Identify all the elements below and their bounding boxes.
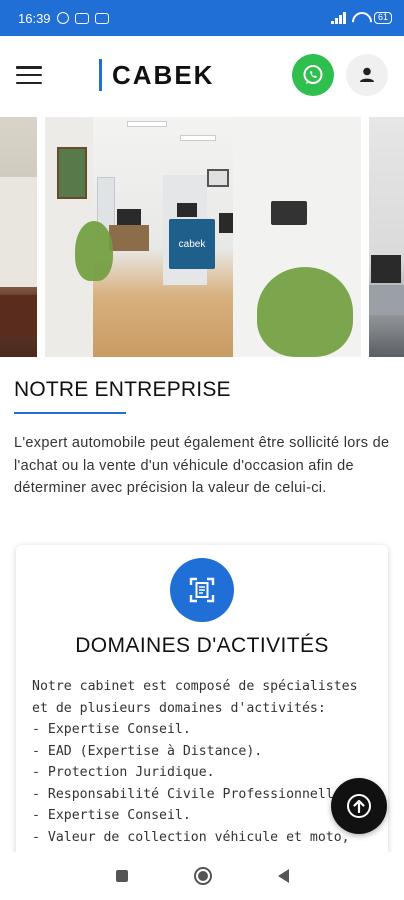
system-nav-bar — [0, 852, 404, 900]
card-line: - Protection Juridique. — [32, 765, 215, 780]
card-line: - Valeur de collection véhicule et moto, — [32, 829, 350, 845]
card-line: - EAD (Expertise à Distance). — [32, 743, 263, 759]
battery-indicator: 61 — [373, 12, 392, 24]
back-icon[interactable] — [277, 869, 289, 883]
card-icon-circle — [170, 558, 234, 622]
logo-bar — [99, 59, 102, 91]
signal-icon — [330, 12, 346, 24]
hamburger-menu-icon[interactable] — [16, 66, 42, 84]
logo-panel: cabek — [169, 219, 215, 269]
section-text: L'expert automobile peut également être … — [14, 435, 390, 496]
gallery-photo-office[interactable]: cabek — [45, 117, 361, 357]
photo-gallery[interactable]: cabek — [0, 117, 404, 357]
home-icon[interactable] — [193, 867, 212, 885]
status-left: 16:39 — [18, 11, 109, 26]
user-button[interactable] — [346, 54, 388, 96]
card-line: et de plusieurs domaines d'activités: — [32, 700, 326, 716]
youtube-icon — [74, 12, 89, 24]
status-right: 61 — [330, 12, 392, 24]
gallery-photo-next[interactable] — [369, 117, 404, 357]
card-line: - Responsabilité Civile Professionnelle. — [32, 786, 350, 802]
activities-card: DOMAINES D'ACTIVITÉS Notre cabinet est c… — [16, 545, 388, 865]
app-header: CABEK — [0, 36, 404, 114]
card-line: - Expertise Conseil. — [32, 722, 191, 737]
whatsapp-button[interactable] — [292, 54, 334, 96]
user-account-icon — [360, 67, 374, 82]
document-scan-icon — [189, 577, 215, 603]
card-text: Notre cabinet est composé de spécialiste… — [32, 676, 377, 848]
recents-icon[interactable] — [115, 870, 128, 882]
logo-text: CABEK — [112, 59, 215, 90]
gallery-photo-previous[interactable] — [0, 117, 37, 357]
scroll-to-top-button[interactable] — [331, 778, 387, 834]
arrow-up-icon — [347, 794, 371, 818]
whatsapp-icon — [303, 65, 323, 84]
card-line: - Expertise Conseil. — [32, 808, 191, 823]
status-bar: 16:39 61 — [0, 0, 404, 36]
section-title: NOTRE ENTREPRISE — [14, 378, 231, 401]
card-line: Notre cabinet est composé de spécialiste… — [32, 679, 358, 694]
wifi-icon — [352, 12, 368, 24]
logo[interactable]: CABEK — [99, 59, 214, 91]
alarm-icon — [56, 12, 69, 24]
status-time: 16:39 — [18, 10, 51, 26]
card-title: DOMAINES D'ACTIVITÉS — [75, 634, 329, 657]
section-underline — [14, 412, 126, 414]
youtube-icon-2 — [94, 12, 109, 24]
